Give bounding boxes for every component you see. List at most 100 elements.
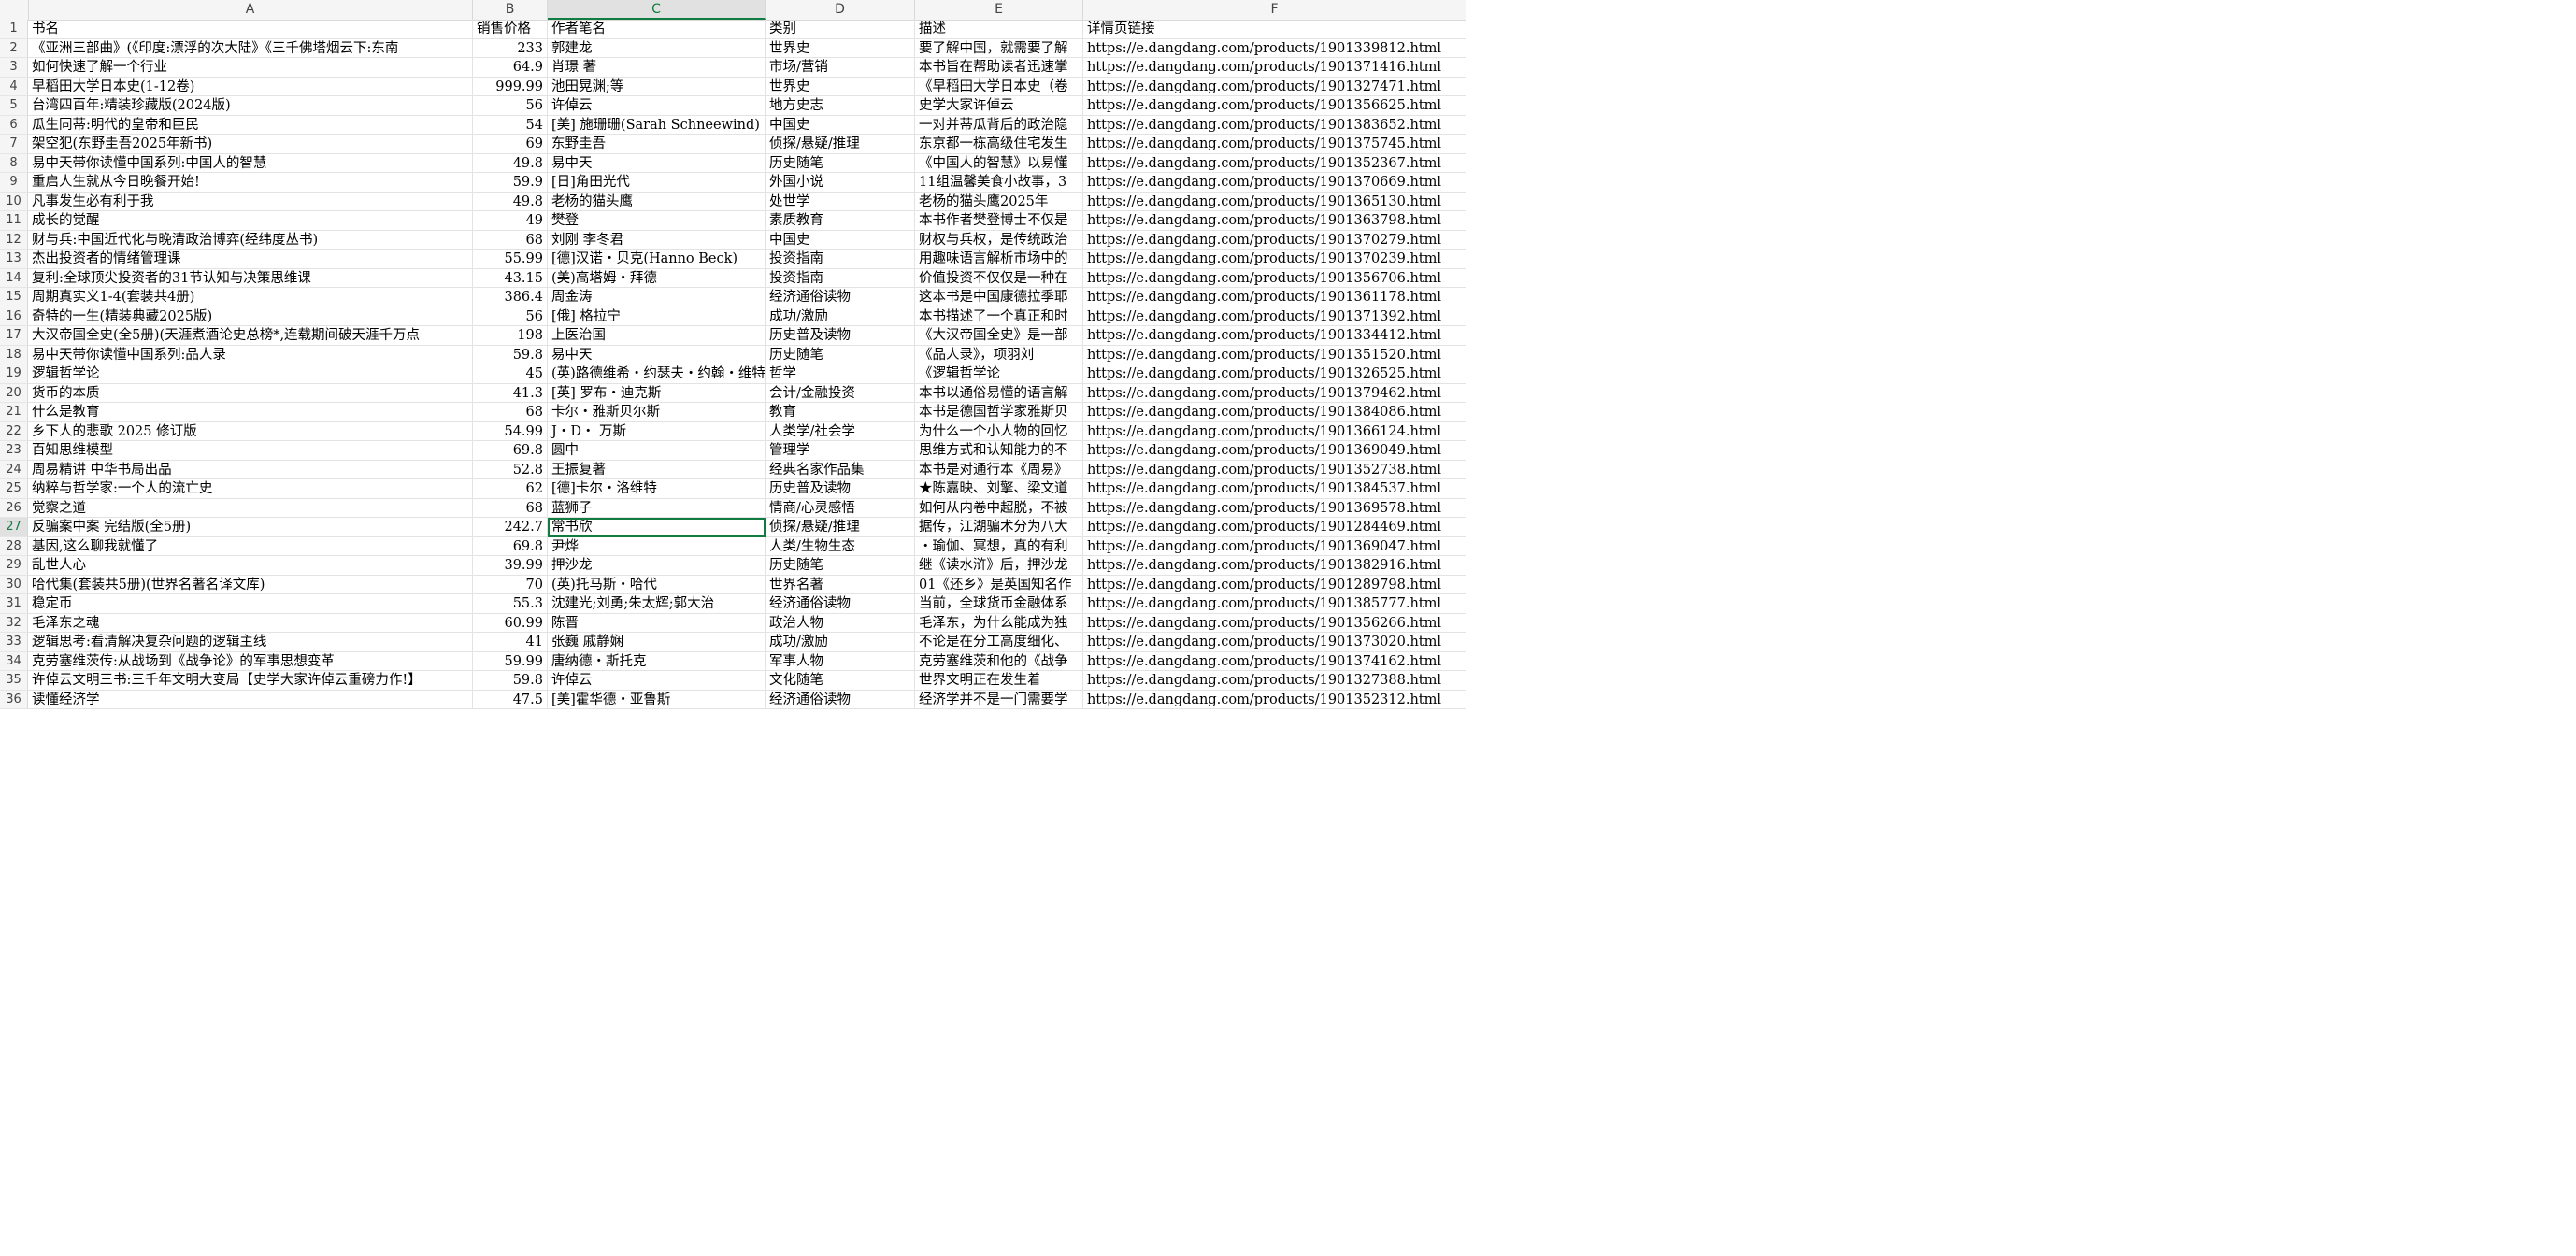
cell-book-title[interactable]: 易中天带你读懂中国系列:中国人的智慧 <box>28 153 473 173</box>
cell-author[interactable]: 卡尔・雅斯贝尔斯 <box>548 403 766 422</box>
cell-description[interactable]: 用趣味语言解析市场中的 <box>915 250 1083 269</box>
cell-book-title[interactable]: 乱世人心 <box>28 556 473 576</box>
cell-price[interactable]: 62 <box>473 479 548 499</box>
cell-book-title[interactable]: 如何快速了解一个行业 <box>28 58 473 78</box>
cell-category[interactable]: 人类/生物生态 <box>766 536 915 556</box>
cell-author[interactable]: 刘刚 李冬君 <box>548 230 766 250</box>
cell-detail-link[interactable]: https://e.dangdang.com/products/19012897… <box>1083 576 1466 594</box>
header-cell-author[interactable]: 作者笔名 <box>548 20 766 39</box>
cell-price[interactable]: 69 <box>473 135 548 154</box>
header-cell-book-title[interactable]: 书名 <box>28 20 473 39</box>
cell-description[interactable]: 继《读水浒》后，押沙龙 <box>915 556 1083 576</box>
cell-price[interactable]: 54.99 <box>473 421 548 441</box>
cell-author[interactable]: [美] 施珊珊(Sarah Schneewind) <box>548 115 766 135</box>
cell-description[interactable]: 《大汉帝国全史》是一部 <box>915 326 1083 346</box>
cell-author[interactable]: 易中天 <box>548 345 766 364</box>
cell-category[interactable]: 经济通俗读物 <box>766 690 915 709</box>
cell-price[interactable]: 49.8 <box>473 153 548 173</box>
cell-detail-link[interactable]: https://e.dangdang.com/products/19013567… <box>1083 269 1466 288</box>
cell-detail-link[interactable]: https://e.dangdang.com/products/19013695… <box>1083 499 1466 518</box>
cell-description[interactable]: ・瑜伽、冥想，真的有利 <box>915 536 1083 556</box>
cell-book-title[interactable]: 易中天带你读懂中国系列:品人录 <box>28 345 473 364</box>
cell-category[interactable]: 侦探/悬疑/推理 <box>766 518 915 537</box>
cell-author[interactable]: 老杨的猫头鹰 <box>548 192 766 211</box>
cell-detail-link[interactable]: https://e.dangdang.com/products/19013523… <box>1083 691 1466 709</box>
column-header-e[interactable]: E <box>915 0 1083 20</box>
cell-author[interactable]: 唐纳德・斯托克 <box>548 651 766 671</box>
cell-category[interactable]: 外国小说 <box>766 173 915 193</box>
row-header[interactable]: 35 <box>0 671 28 691</box>
cell-book-title[interactable]: 杰出投资者的情绪管理课 <box>28 250 473 269</box>
header-cell-detail-link[interactable]: 详情页链接 <box>1083 20 1466 39</box>
cell-book-title[interactable]: 财与兵:中国近代化与晚清政治博弈(经纬度丛书) <box>28 230 473 250</box>
column-header-b[interactable]: B <box>473 0 548 20</box>
cell-book-title[interactable]: 反骗案中案 完结版(全5册) <box>28 518 473 537</box>
cell-price[interactable]: 52.8 <box>473 460 548 479</box>
cell-category[interactable]: 世界史 <box>766 77 915 96</box>
cell-book-title[interactable]: 逻辑哲学论 <box>28 364 473 384</box>
cell-price[interactable]: 47.5 <box>473 690 548 709</box>
cell-category[interactable]: 历史随笔 <box>766 153 915 173</box>
cell-detail-link[interactable]: https://e.dangdang.com/products/19013274… <box>1083 78 1466 96</box>
cell-category[interactable]: 中国史 <box>766 115 915 135</box>
row-header[interactable]: 34 <box>0 651 28 671</box>
cell-detail-link[interactable]: https://e.dangdang.com/products/19013702… <box>1083 231 1466 250</box>
cell-category[interactable]: 军事人物 <box>766 651 915 671</box>
cell-price[interactable]: 198 <box>473 326 548 346</box>
cell-description[interactable]: 《品人录》，项羽刘 <box>915 345 1083 364</box>
cell-author[interactable]: 池田晃渊;等 <box>548 77 766 96</box>
cell-book-title[interactable]: 毛泽东之魂 <box>28 613 473 633</box>
cell-author[interactable]: 尹烨 <box>548 536 766 556</box>
cell-book-title[interactable]: 架空犯(东野圭吾2025年新书) <box>28 135 473 154</box>
cell-author[interactable]: 上医治国 <box>548 326 766 346</box>
cell-description[interactable]: 史学大家许倬云 <box>915 96 1083 116</box>
row-header[interactable]: 1 <box>0 20 28 39</box>
cell-description[interactable]: 本书是德国哲学家雅斯贝 <box>915 403 1083 422</box>
row-header[interactable]: 15 <box>0 288 28 307</box>
cell-price[interactable]: 64.9 <box>473 58 548 78</box>
row-header[interactable]: 20 <box>0 383 28 403</box>
cell-detail-link[interactable]: https://e.dangdang.com/products/19013562… <box>1083 614 1466 633</box>
cell-category[interactable]: 哲学 <box>766 364 915 384</box>
cell-category[interactable]: 处世学 <box>766 192 915 211</box>
cell-book-title[interactable]: 觉察之道 <box>28 498 473 518</box>
cell-book-title[interactable]: 《亚洲三部曲》(《印度:漂浮的次大陆》《三千佛塔烟云下:东南 <box>28 38 473 58</box>
cell-category[interactable]: 教育 <box>766 403 915 422</box>
cell-detail-link[interactable]: https://e.dangdang.com/products/19013836… <box>1083 116 1466 135</box>
cell-author[interactable]: 张巍 戚静娴 <box>548 633 766 652</box>
cell-category[interactable]: 成功/激励 <box>766 633 915 652</box>
cell-category[interactable]: 历史普及读物 <box>766 479 915 499</box>
cell-category[interactable]: 政治人物 <box>766 613 915 633</box>
row-header[interactable]: 4 <box>0 77 28 96</box>
cell-price[interactable]: 55.99 <box>473 250 548 269</box>
cell-price[interactable]: 59.8 <box>473 671 548 691</box>
cell-author[interactable]: [日]角田光代 <box>548 173 766 193</box>
cell-book-title[interactable]: 周期真实义1-4(套装共4册) <box>28 288 473 307</box>
cell-book-title[interactable]: 纳粹与哲学家:一个人的流亡史 <box>28 479 473 499</box>
cell-book-title[interactable]: 台湾四百年:精装珍藏版(2024版) <box>28 96 473 116</box>
cell-category[interactable]: 经济通俗读物 <box>766 594 915 614</box>
row-header[interactable]: 9 <box>0 173 28 193</box>
cell-author[interactable]: [德]卡尔・洛维特 <box>548 479 766 499</box>
cell-book-title[interactable]: 复利:全球顶尖投资者的31节认知与决策思维课 <box>28 268 473 288</box>
cell-category[interactable]: 侦探/悬疑/推理 <box>766 135 915 154</box>
cell-description[interactable]: 财权与兵权，是传统政治 <box>915 230 1083 250</box>
cell-detail-link[interactable]: https://e.dangdang.com/products/19013637… <box>1083 211 1466 231</box>
cell-category[interactable]: 历史随笔 <box>766 556 915 576</box>
cell-detail-link[interactable]: https://e.dangdang.com/products/19013611… <box>1083 288 1466 307</box>
cell-price[interactable]: 41.3 <box>473 383 548 403</box>
cell-price[interactable]: 69.8 <box>473 441 548 461</box>
cell-price[interactable]: 59.8 <box>473 345 548 364</box>
row-header[interactable]: 25 <box>0 479 28 499</box>
row-header[interactable]: 32 <box>0 613 28 633</box>
cell-price[interactable]: 59.9 <box>473 173 548 193</box>
cell-price[interactable]: 43.15 <box>473 268 548 288</box>
cell-description[interactable]: 东京都一栋高级住宅发生 <box>915 135 1083 154</box>
header-cell-description[interactable]: 描述 <box>915 20 1083 39</box>
row-header[interactable]: 17 <box>0 326 28 346</box>
cell-description[interactable]: 为什么一个小人物的回忆 <box>915 421 1083 441</box>
row-header[interactable]: 28 <box>0 536 28 556</box>
cell-price[interactable]: 242.7 <box>473 518 548 537</box>
cell-detail-link[interactable]: https://e.dangdang.com/products/19013714… <box>1083 58 1466 78</box>
cell-author[interactable]: 周金涛 <box>548 288 766 307</box>
